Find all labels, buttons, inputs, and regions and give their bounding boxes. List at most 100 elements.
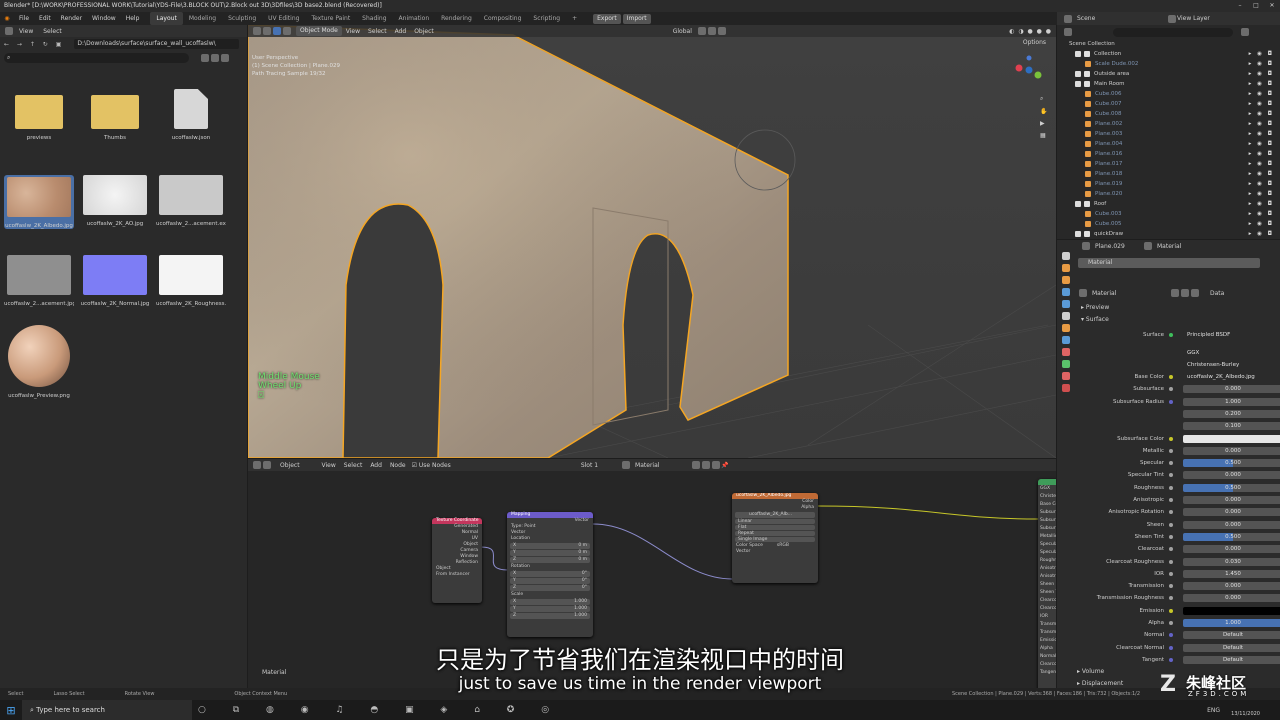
editor-type-icon[interactable] [253,27,261,35]
property-value[interactable]: 0.000 [1183,471,1280,480]
mapping-field[interactable]: X 1.000 [510,599,590,605]
material-name-field[interactable]: Material [1092,290,1170,297]
visibility-icons[interactable]: ▸ ◉ ◘ [1249,89,1274,99]
property-row[interactable]: Alpha 1.000 [1075,618,1280,628]
select-tool-icon[interactable] [263,27,271,35]
preview-panel[interactable]: ▸ Preview [1081,304,1109,311]
outliner-item[interactable]: quickDraw ▸ ◉ ◘ [1057,229,1280,239]
snap-icon[interactable] [707,27,716,35]
camera-icon[interactable]: ▶ [1040,120,1050,127]
file-item[interactable]: ucoffaslw_2...acement.jpg [4,255,74,307]
pin-icon[interactable]: 📌 [721,462,728,469]
file-item[interactable]: ucoffaslw_2K_Albedo.jpg [4,175,74,229]
mapping-node[interactable]: Mapping Vector Type: Point Vector Locati… [507,512,593,637]
close-icon[interactable]: ✕ [1264,0,1280,12]
subsurface-method-dropdown[interactable]: Christensen-Burley [1075,360,1280,370]
tool-tab-icon[interactable] [1062,252,1070,260]
bsdf-socket[interactable]: Specular [1038,541,1056,549]
mapping-field[interactable]: X 0° [510,571,590,577]
import-button[interactable]: Import [622,13,651,24]
socket-dot[interactable] [1169,534,1173,539]
mode-dropdown[interactable]: Object Mode [296,26,342,36]
property-value[interactable]: ucoffaslw_2K_Albedo.jpg [1183,373,1280,381]
shading-modes-icon[interactable]: ◐ ◑ ● ● ● [1009,28,1052,35]
filter-icon[interactable] [221,53,229,62]
shader-type-dropdown[interactable]: Object [280,462,300,469]
visibility-icons[interactable]: ▸ ◉ ◘ [1249,119,1274,129]
search-field[interactable]: ⌕ [4,52,189,63]
socket-dot[interactable] [1169,510,1173,515]
checkbox-icon[interactable] [1075,201,1081,207]
taskbar-app-icons[interactable]: ○ ⧉ ◍ ◉ ♫ ◓ ▣ ◈ ⌂ ✪ ◎ [198,705,561,715]
visibility-icons[interactable]: ▸ ◉ ◘ [1249,169,1274,179]
tab-workspace[interactable]: Animation [393,12,436,25]
sort-icon[interactable] [211,53,219,62]
node-menu-view[interactable]: View [318,462,340,469]
nav-arrows-icon[interactable]: ← → ↑ ↻ ▣ [4,41,64,48]
property-value[interactable]: 0.000 [1183,520,1280,529]
display-mode-icon[interactable] [201,53,209,62]
extension-dropdown[interactable]: Repeat [735,531,815,536]
material-slot-list[interactable]: Material [1078,258,1260,268]
bsdf-socket[interactable]: Metallic [1038,533,1056,541]
outliner-item[interactable]: Plane.019 ▸ ◉ ◘ [1057,179,1280,189]
visibility-icons[interactable]: ▸ ◉ ◘ [1249,59,1274,69]
socket-dot[interactable] [1169,559,1173,564]
zoom-icon[interactable]: ⌕ [1040,95,1050,103]
surface-shader-row[interactable]: Surface Principled BSDF [1075,330,1280,340]
texture-coordinate-node[interactable]: Texture Coordinate Generated Normal UV Obje… [432,518,482,603]
scene-collection-row[interactable]: Scene Collection [1057,39,1280,49]
proportional-edit-icon[interactable] [717,27,726,35]
options-dropdown[interactable]: Options [1023,39,1046,46]
file-item[interactable]: ucoffaslw_Preview.png [4,325,74,399]
transform-orientation[interactable]: Global [673,28,692,35]
surface-panel[interactable]: ▾ Surface [1081,316,1109,323]
outliner-item[interactable]: Cube.008 ▸ ◉ ◘ [1057,109,1280,119]
tab-workspace[interactable]: UV Editing [262,12,305,25]
fake-user-icon[interactable] [692,461,701,469]
distribution-dropdown[interactable]: GGX [1075,348,1280,358]
node-menu-add[interactable]: Add [366,462,386,469]
tab-workspace[interactable]: Compositing [478,12,528,25]
checkbox-icon[interactable] [1075,231,1081,237]
property-value[interactable]: 0.000 [1183,385,1280,394]
checkbox-icon[interactable] [1075,51,1081,57]
projection-dropdown[interactable]: Flat [735,525,815,530]
modifier-tab-icon[interactable] [1062,336,1070,344]
bsdf-socket[interactable]: Transmis [1038,621,1056,629]
property-value[interactable]: 0.030 [1183,557,1280,566]
visibility-icons[interactable]: ▸ ◉ ◘ [1249,199,1274,209]
bsdf-socket[interactable]: Transmis [1038,629,1056,637]
socket-dot[interactable] [1169,485,1173,490]
viewport-menu-view[interactable]: View [342,28,364,35]
material-name-field[interactable]: Material [635,462,691,469]
bsdf-socket[interactable]: Subsurfa [1038,525,1056,533]
property-value[interactable]: 0.000 [1183,582,1280,591]
checkbox-icon[interactable] [1075,71,1081,77]
bsdf-socket[interactable]: Anisotro [1038,565,1056,573]
socket-dot[interactable] [1169,387,1173,392]
visibility-icons[interactable]: ▸ ◉ ◘ [1249,69,1274,79]
menu-edit[interactable]: Edit [34,12,56,25]
socket-dot[interactable] [1169,461,1173,466]
socket-dot[interactable] [1169,436,1173,441]
bsdf-socket[interactable]: Clearcoa [1038,597,1056,605]
minimize-icon[interactable]: – [1232,0,1248,12]
outliner-item[interactable]: Main Room ▸ ◉ ◘ [1057,79,1280,89]
select-mode-icon[interactable] [283,27,291,35]
tab-workspace[interactable]: Sculpting [222,12,262,25]
socket-dot[interactable] [1169,375,1173,379]
visibility-icons[interactable]: ▸ ◉ ◘ [1249,209,1274,219]
tab-workspace[interactable]: Layout [150,12,183,25]
fb-menu-select[interactable]: Select [38,28,67,35]
visibility-icons[interactable]: ▸ ◉ ◘ [1249,139,1274,149]
pivot-icon[interactable] [697,27,706,35]
physics-tab-icon[interactable] [1062,360,1070,368]
image-field[interactable]: ucoffaslw_2K_Alb... [735,512,815,518]
mapping-field[interactable]: X 0 m [510,543,590,549]
property-value[interactable]: 0.200 [1183,409,1280,418]
material-tab-icon[interactable] [1062,384,1070,392]
mapping-field[interactable]: Z 0° [510,585,590,591]
visibility-icons[interactable]: ▸ ◉ ◘ [1249,229,1274,239]
bsdf-socket[interactable]: Christensen [1038,493,1056,501]
